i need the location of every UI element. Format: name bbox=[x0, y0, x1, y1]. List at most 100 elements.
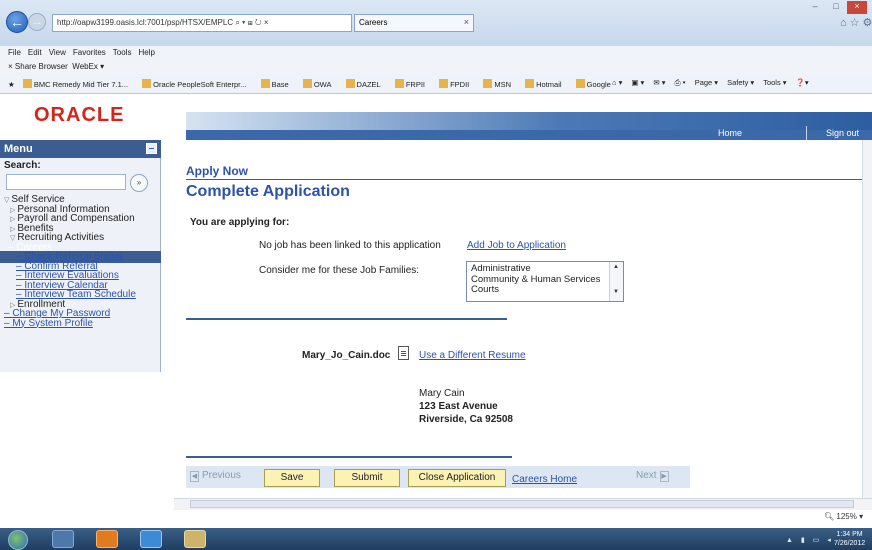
menu-tools[interactable]: Tools bbox=[113, 48, 132, 57]
job-families-listbox[interactable]: Administrative Community & Human Service… bbox=[466, 261, 624, 302]
section-divider bbox=[186, 179, 872, 180]
applying-for-label: You are applying for: bbox=[190, 217, 290, 228]
address-bar[interactable]: http://oapw3199.oasis.lcl:7001/psp/HTSX/… bbox=[52, 14, 352, 32]
address-name: Mary Cain bbox=[419, 388, 465, 399]
close-window-button[interactable]: × bbox=[847, 1, 867, 14]
tab-title: Careers bbox=[359, 18, 388, 27]
search-label: Search: bbox=[4, 160, 41, 171]
system-tray-icons[interactable]: ▲ ▮ ▭ ◂ bbox=[786, 536, 834, 544]
save-button[interactable]: Save bbox=[264, 469, 320, 487]
search-go-button[interactable]: » bbox=[130, 174, 148, 192]
tab-close-icon[interactable]: × bbox=[464, 17, 469, 27]
fav-link[interactable]: Hotmail bbox=[525, 79, 567, 89]
previous-button[interactable]: ◀ Previous bbox=[190, 470, 241, 482]
home-icon[interactable]: ⌂ ▾ bbox=[612, 78, 622, 87]
address-street: 123 East Avenue bbox=[419, 401, 498, 412]
zoom-level[interactable]: 🔍︎ 125% ▾ bbox=[824, 512, 863, 521]
signout-link[interactable]: Sign out bbox=[826, 128, 859, 138]
listbox-scrollbar[interactable]: ▲ ▼ bbox=[609, 262, 623, 301]
zoom-icon: 🔍︎ bbox=[824, 512, 835, 521]
internet-explorer-icon[interactable] bbox=[140, 530, 162, 548]
scroll-up-icon[interactable]: ▲ bbox=[613, 264, 619, 270]
oracle-logo: ORACLE bbox=[34, 104, 125, 126]
no-job-text: No job has been linked to this applicati… bbox=[259, 240, 441, 251]
tools-menu[interactable]: Tools ▾ bbox=[763, 78, 786, 87]
fav-link[interactable]: FRPII bbox=[394, 79, 431, 89]
paint-icon[interactable] bbox=[184, 530, 206, 548]
expanded-icon: ▽ bbox=[4, 197, 10, 204]
job-families-label: Consider me for these Job Families: bbox=[259, 265, 420, 276]
feeds-icon[interactable]: ▣ ▾ bbox=[631, 78, 644, 87]
chevron-right-icon: ▶ bbox=[659, 471, 669, 482]
page-title: Complete Application bbox=[186, 183, 350, 200]
back-button[interactable]: ← bbox=[6, 11, 28, 33]
forward-button[interactable]: → bbox=[28, 13, 46, 31]
menu-file[interactable]: File bbox=[8, 48, 21, 57]
close-application-button[interactable]: Close Application bbox=[408, 469, 506, 487]
chevron-left-icon: ◀ bbox=[190, 471, 199, 482]
collapse-menu-icon[interactable] bbox=[146, 143, 157, 154]
help-icon[interactable]: ❓▾ bbox=[796, 78, 809, 87]
add-job-link[interactable]: Add Job to Application bbox=[467, 240, 566, 251]
menu-edit[interactable]: Edit bbox=[28, 48, 42, 57]
header-band-bottom bbox=[186, 130, 872, 140]
next-button[interactable]: Next ▶ bbox=[636, 470, 669, 482]
submit-button[interactable]: Submit bbox=[334, 469, 400, 487]
menu-view[interactable]: View bbox=[49, 48, 66, 57]
address-text: http://oapw3199.oasis.lcl:7001/psp/HTSX/… bbox=[57, 18, 234, 27]
divider bbox=[186, 318, 507, 320]
section-title: Apply Now bbox=[186, 164, 248, 178]
outlook-icon[interactable] bbox=[96, 530, 118, 548]
sidebar-item[interactable]: – My System Profile bbox=[4, 318, 93, 329]
clock[interactable]: 1:34 PM 7/26/2012 bbox=[834, 530, 865, 548]
menu-favorites[interactable]: Favorites bbox=[73, 48, 106, 57]
forward-arrow-icon: → bbox=[31, 16, 43, 28]
browser-tab[interactable]: Careers × bbox=[354, 14, 474, 32]
page-menu[interactable]: Page ▾ bbox=[695, 78, 718, 87]
list-item[interactable]: Administrative bbox=[471, 263, 619, 275]
maximize-button[interactable]: □ bbox=[826, 1, 846, 14]
address-city: Riverside, Ca 92508 bbox=[419, 414, 513, 425]
sidebar-item-label: – My System Profile bbox=[4, 317, 93, 329]
fav-link[interactable]: DAZEL bbox=[345, 79, 387, 89]
clock-time: 1:34 PM bbox=[836, 531, 863, 538]
fav-link[interactable]: OWA bbox=[302, 79, 338, 89]
fav-link[interactable]: MSN bbox=[483, 79, 517, 89]
webex-button[interactable]: WebEx ▾ bbox=[72, 62, 104, 71]
fav-link[interactable]: BMC Remedy Mid Tier 7.1... bbox=[22, 79, 134, 89]
print-icon[interactable]: ⎙ ▾ bbox=[674, 78, 685, 87]
home-star-gear-icons[interactable]: ⌂☆⚙ bbox=[840, 16, 872, 29]
use-different-resume-link[interactable]: Use a Different Resume bbox=[419, 350, 526, 361]
browser-menubar: File Edit View Favorites Tools Help bbox=[0, 46, 872, 60]
fav-link[interactable]: Base bbox=[260, 79, 295, 89]
share-toolbar: × Share Browser WebEx ▾ bbox=[0, 60, 872, 74]
fav-link[interactable]: Oracle PeopleSoft Enterpr... bbox=[142, 79, 252, 89]
minimize-button[interactable]: – bbox=[805, 1, 825, 14]
menu-help[interactable]: Help bbox=[138, 48, 154, 57]
careers-home-link[interactable]: Careers Home bbox=[512, 474, 577, 485]
start-button[interactable] bbox=[8, 530, 28, 550]
document-icon[interactable] bbox=[398, 346, 409, 360]
clock-date: 7/26/2012 bbox=[834, 540, 866, 547]
safety-menu[interactable]: Safety ▾ bbox=[727, 78, 754, 87]
explorer-icon[interactable] bbox=[52, 530, 74, 548]
fav-link[interactable]: Google bbox=[575, 79, 617, 89]
share-close-icon[interactable]: × bbox=[8, 62, 15, 71]
window-controls: – □ × bbox=[804, 0, 872, 14]
taskbar bbox=[0, 528, 872, 550]
favorites-star-icon[interactable]: ★ bbox=[8, 80, 15, 89]
vertical-scrollbar[interactable] bbox=[862, 140, 872, 498]
share-browser-button[interactable]: Share Browser bbox=[15, 62, 68, 71]
home-link[interactable]: Home bbox=[718, 128, 742, 138]
divider bbox=[186, 456, 512, 458]
list-item[interactable]: Courts bbox=[471, 284, 619, 296]
mail-icon[interactable]: ✉ ▾ bbox=[653, 78, 665, 87]
command-bar: ⌂ ▾ ▣ ▾ ✉ ▾ ⎙ ▾ Page ▾ Safety ▾ Tools ▾ ❓▾ bbox=[612, 78, 818, 88]
header-divider bbox=[806, 126, 807, 140]
scroll-down-icon[interactable]: ▼ bbox=[613, 289, 619, 295]
resume-filename: Mary_Jo_Cain.doc bbox=[302, 350, 391, 361]
menu-header: Menu bbox=[0, 140, 161, 158]
fav-link[interactable]: FPDII bbox=[439, 79, 475, 89]
menu-search-input[interactable] bbox=[6, 174, 126, 190]
scrollbar-thumb[interactable] bbox=[190, 500, 854, 508]
